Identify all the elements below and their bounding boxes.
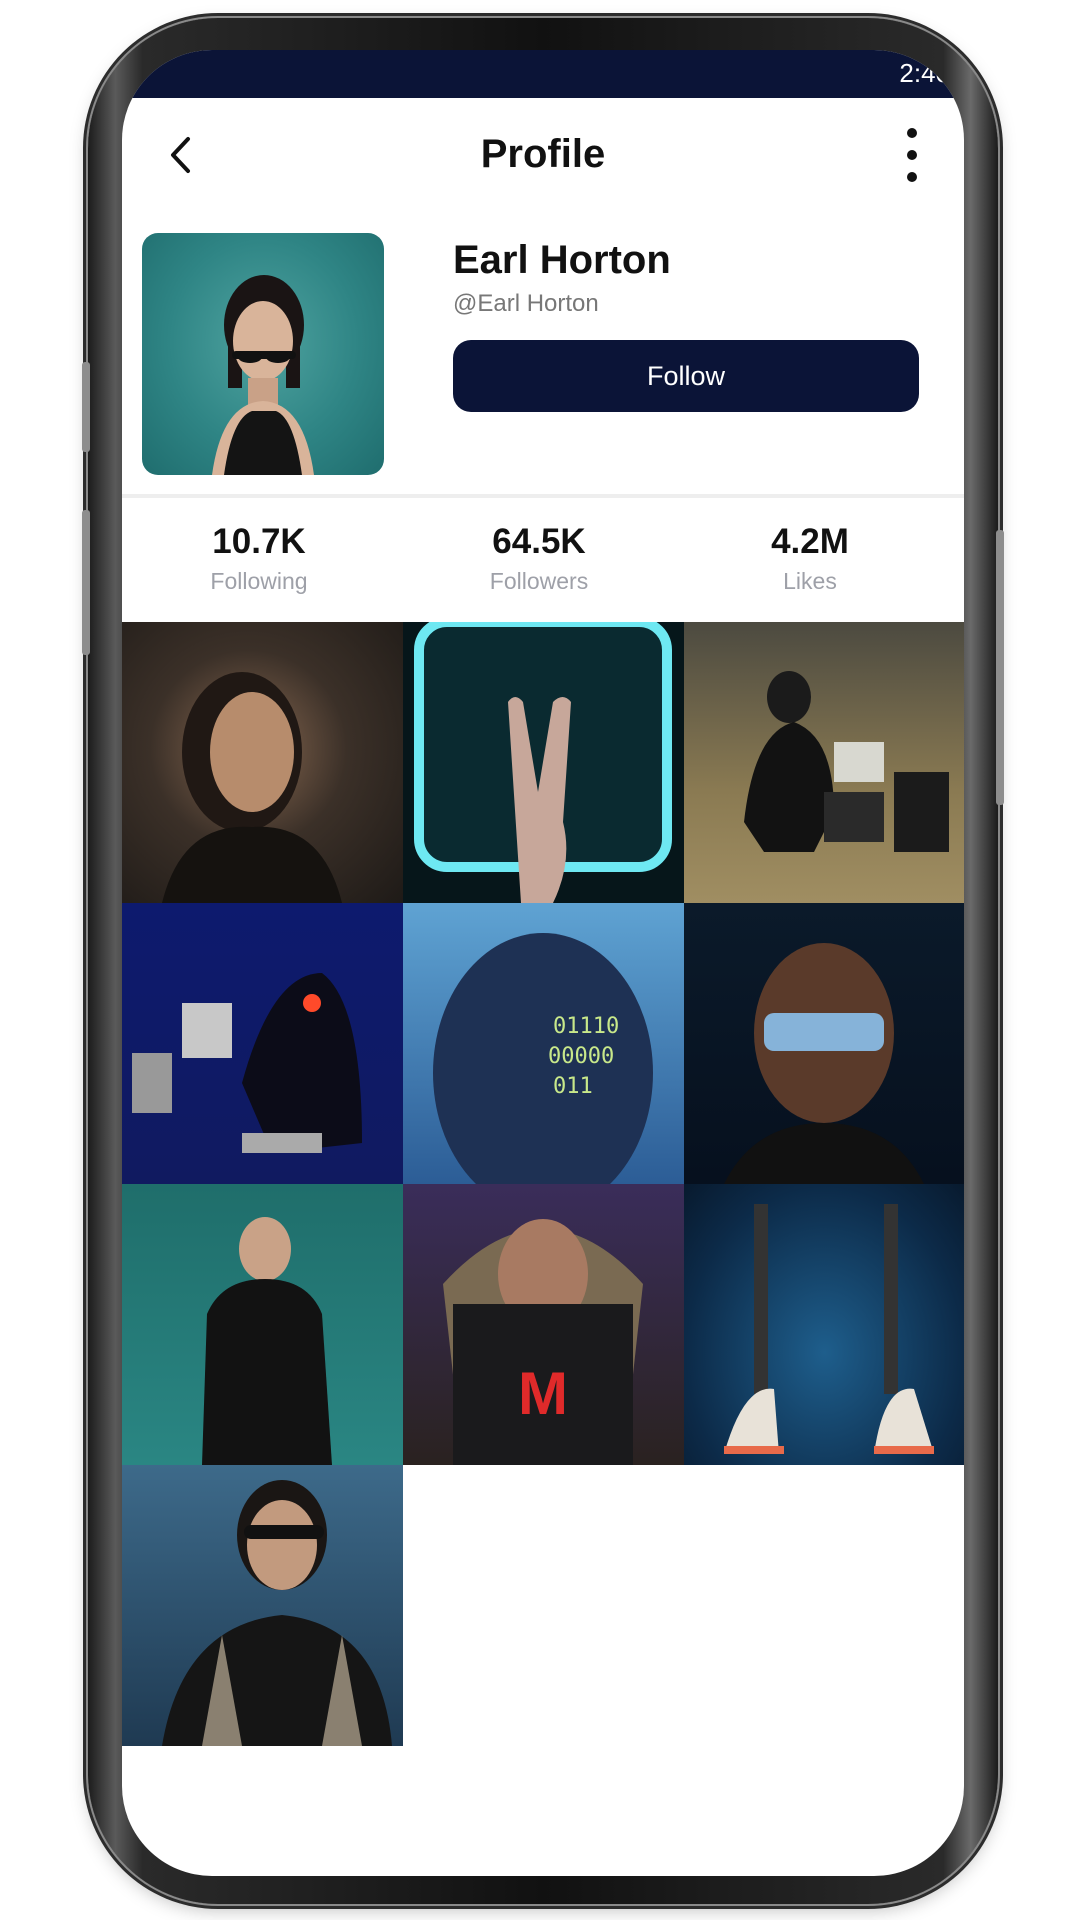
stats-row: 10.7K Following 64.5K Followers 4.2M Lik… — [122, 498, 964, 622]
phone-volume-button — [82, 362, 90, 452]
post-thumbnail[interactable] — [122, 1465, 403, 1746]
app-header: Profile — [122, 98, 964, 208]
more-vertical-icon — [907, 128, 917, 138]
stat-label: Likes — [783, 568, 837, 594]
status-bar: 2:40 — [122, 50, 964, 98]
stat-value: 64.5K — [492, 522, 586, 561]
stat-followers[interactable]: 64.5K Followers — [429, 498, 649, 595]
user-handle: @Earl Horton — [453, 290, 599, 317]
phone-power-button — [996, 530, 1004, 805]
status-time: 2:40 — [899, 58, 950, 88]
svg-text:00000: 00000 — [548, 1044, 614, 1069]
post-thumbnail[interactable]: 01110 00000 011 — [403, 903, 684, 1184]
post-thumbnail[interactable] — [122, 1184, 403, 1465]
post-thumbnail[interactable] — [122, 903, 403, 1184]
page: 2:40 Profile Earl Horton @Earl Horton Fo… — [0, 0, 1080, 1920]
phone-volume-button — [82, 510, 90, 655]
post-thumbnail[interactable] — [684, 1184, 964, 1465]
profile-section: Earl Horton @Earl Horton Follow — [122, 208, 964, 494]
post-thumbnail[interactable] — [684, 903, 964, 1184]
user-name: Earl Horton — [453, 238, 671, 282]
post-thumbnail[interactable] — [403, 622, 684, 903]
svg-text:01110: 01110 — [553, 1014, 619, 1039]
stat-value: 4.2M — [771, 522, 849, 561]
more-options-button[interactable] — [902, 128, 922, 182]
svg-text:011: 011 — [553, 1074, 593, 1099]
avatar — [142, 233, 384, 475]
stat-label: Followers — [489, 568, 589, 594]
post-thumbnail[interactable]: M — [403, 1184, 684, 1465]
stat-likes[interactable]: 4.2M Likes — [700, 498, 920, 595]
follow-button[interactable]: Follow — [453, 340, 919, 412]
post-thumbnail[interactable] — [684, 622, 964, 903]
stat-following[interactable]: 10.7K Following — [149, 498, 369, 595]
page-title: Profile — [480, 132, 606, 176]
phone-screen: 2:40 Profile Earl Horton @Earl Horton Fo… — [122, 50, 964, 1876]
stat-label: Following — [210, 568, 308, 594]
svg-text:M: M — [518, 1360, 568, 1427]
stat-value: 10.7K — [212, 522, 306, 561]
post-thumbnail[interactable] — [122, 622, 403, 903]
